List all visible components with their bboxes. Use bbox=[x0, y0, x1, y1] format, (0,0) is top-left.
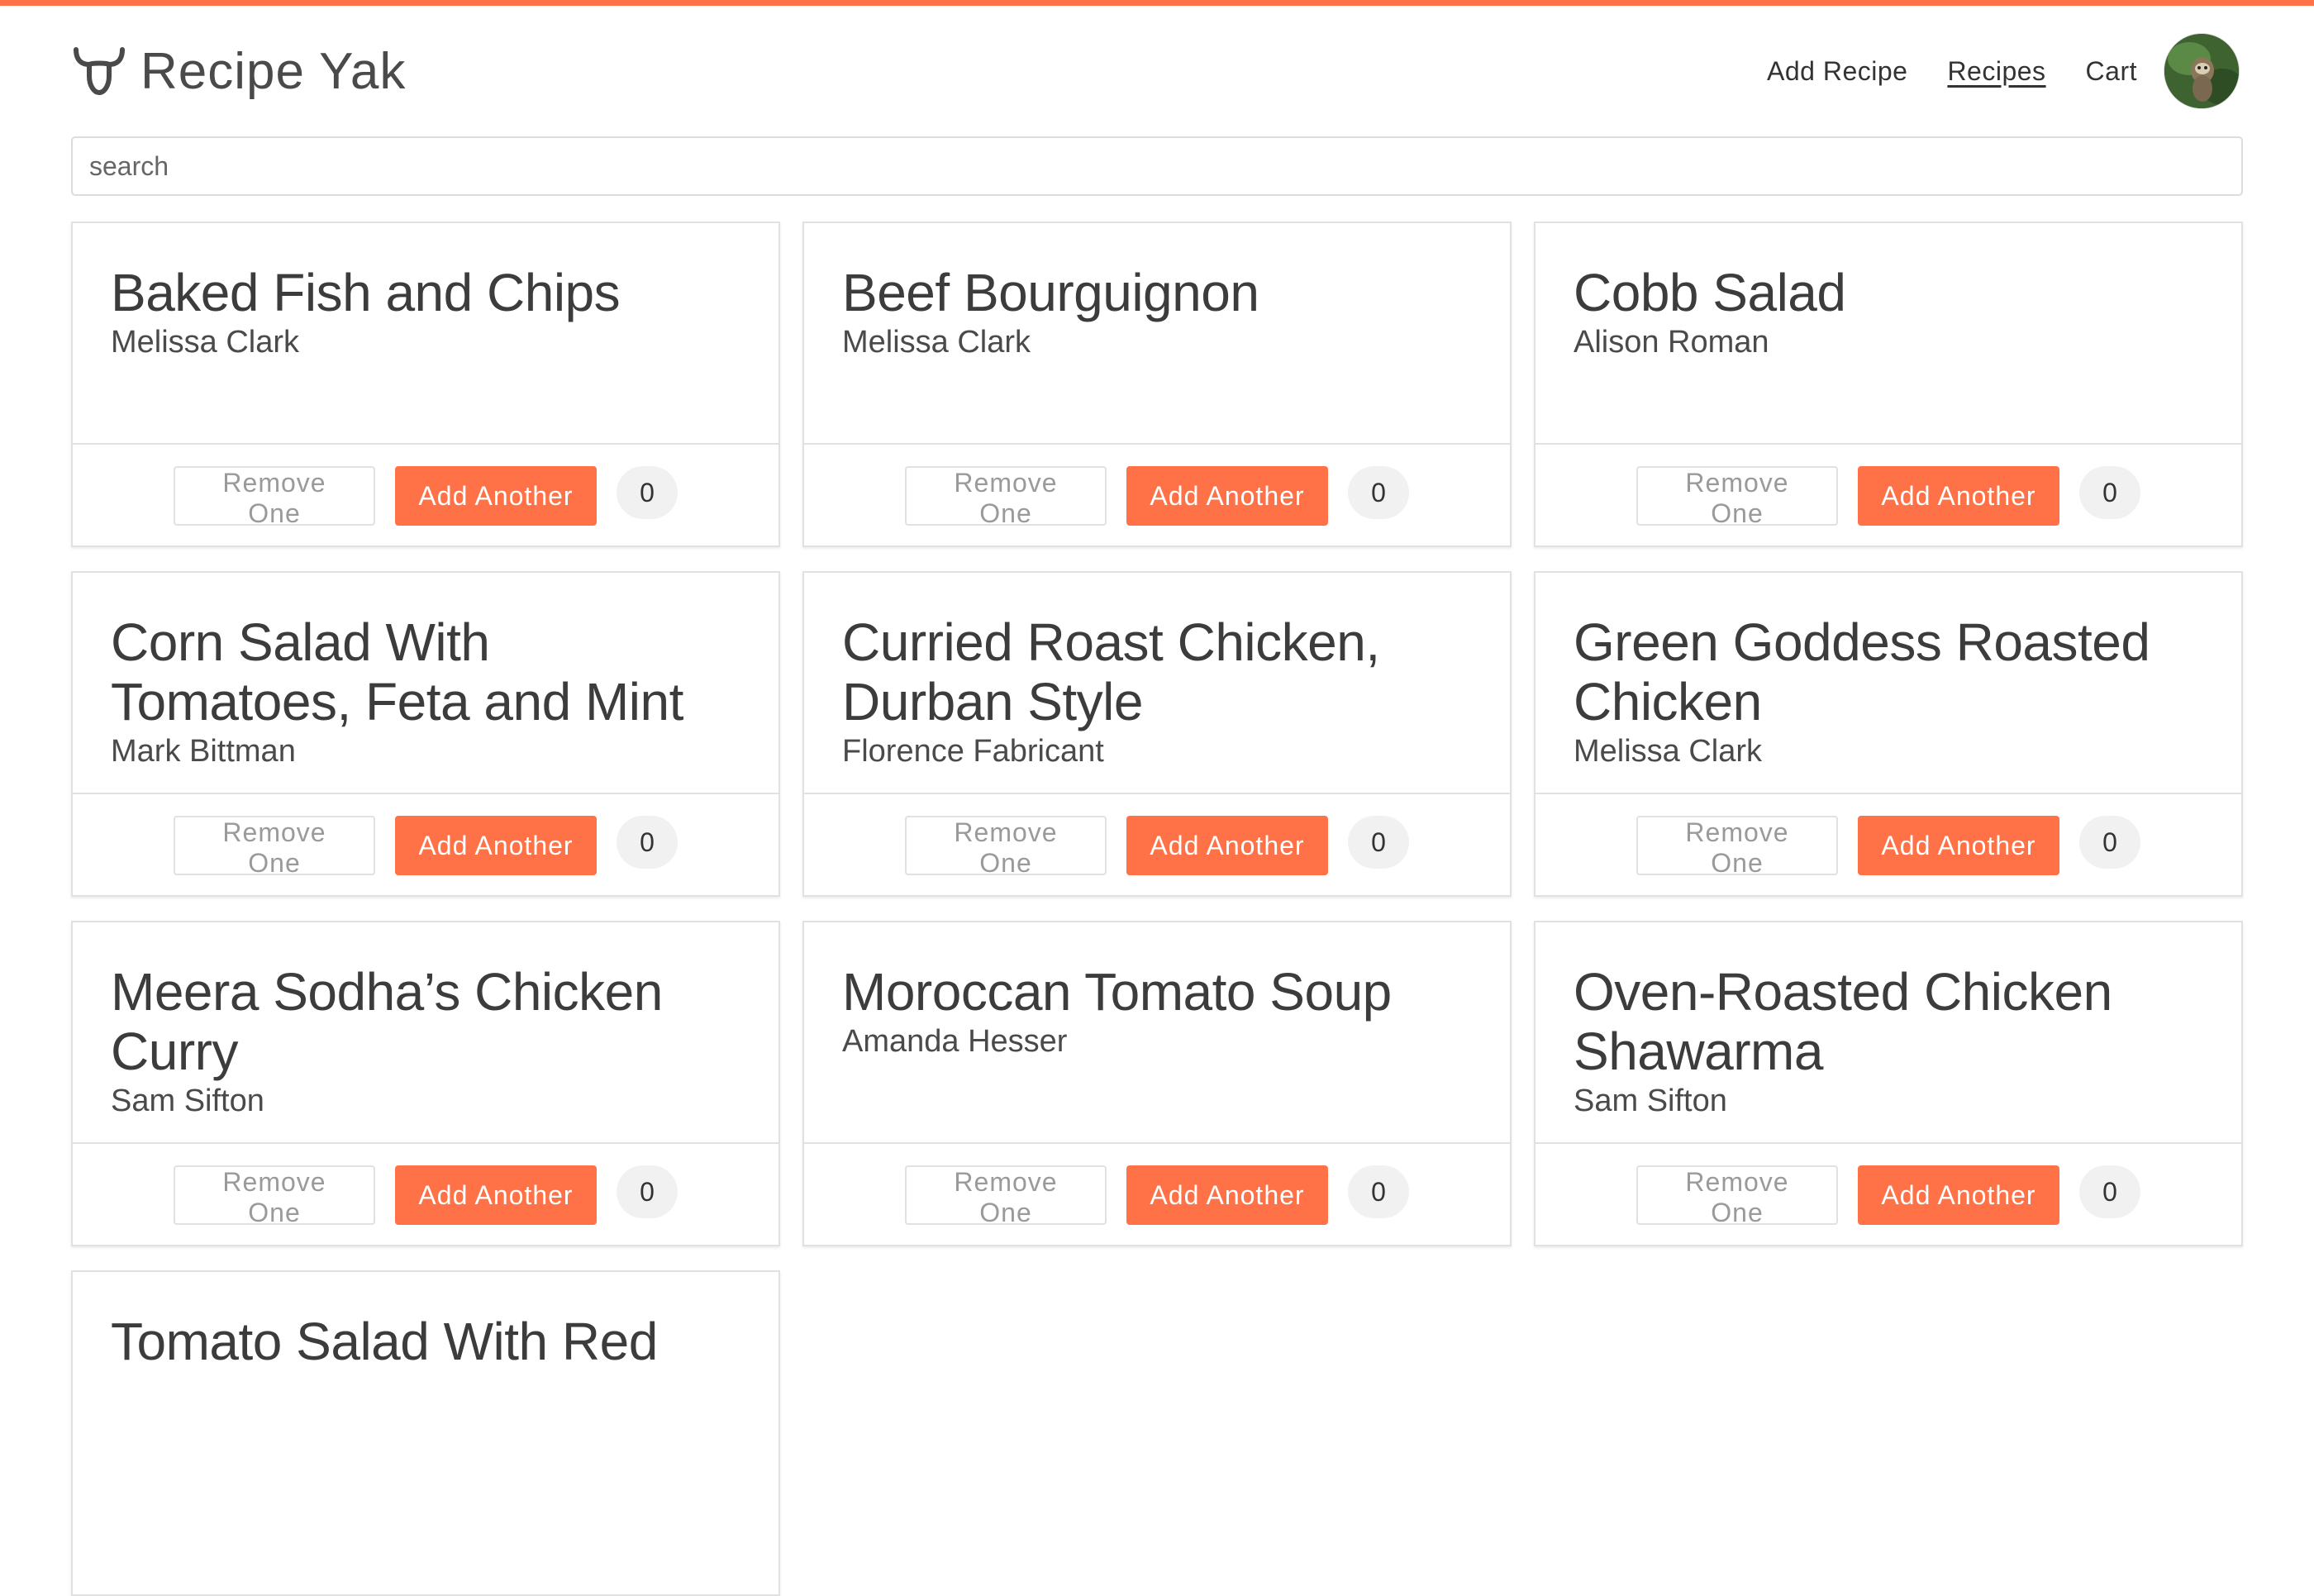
cart-count-badge: 0 bbox=[617, 1165, 678, 1218]
recipe-card-body: Moroccan Tomato Soup Amanda Hesser bbox=[804, 922, 1510, 1144]
recipe-card-body: Green Goddess Roasted Chicken Melissa Cl… bbox=[1536, 573, 2241, 794]
recipe-card-body: Curried Roast Chicken, Durban Style Flor… bbox=[804, 573, 1510, 794]
cart-count-badge: 0 bbox=[1348, 466, 1409, 519]
brand-title: Recipe Yak bbox=[140, 42, 407, 100]
recipe-author: Sam Sifton bbox=[1574, 1084, 1727, 1118]
recipe-author: Alison Roman bbox=[1574, 325, 1769, 360]
cart-count-badge: 0 bbox=[1348, 816, 1409, 869]
recipe-card: Curried Roast Chicken, Durban Style Flor… bbox=[802, 571, 1512, 897]
recipe-card-footer: Remove One Add Another 0 bbox=[1536, 794, 2241, 895]
add-another-button[interactable]: Add Another bbox=[1858, 466, 2059, 526]
cart-count-badge: 0 bbox=[617, 816, 678, 869]
recipe-card: Tomato Salad With Red bbox=[71, 1270, 780, 1596]
recipe-card-footer: Remove One Add Another 0 bbox=[804, 445, 1510, 545]
recipe-card: Corn Salad With Tomatoes, Feta and Mint … bbox=[71, 571, 780, 897]
recipe-card: Cobb Salad Alison Roman Remove One Add A… bbox=[1534, 222, 2243, 547]
recipe-card-body: Meera Sodha’s Chicken Curry Sam Sifton bbox=[73, 922, 778, 1144]
recipe-author: Mark Bittman bbox=[111, 734, 296, 769]
recipe-grid: Baked Fish and Chips Melissa Clark Remov… bbox=[71, 222, 2243, 1596]
recipe-card-body: Oven-Roasted Chicken Shawarma Sam Sifton bbox=[1536, 922, 2241, 1144]
recipe-card-body: Baked Fish and Chips Melissa Clark bbox=[73, 223, 778, 445]
remove-one-button[interactable]: Remove One bbox=[1636, 1165, 1838, 1227]
recipe-card: Moroccan Tomato Soup Amanda Hesser Remov… bbox=[802, 921, 1512, 1246]
remove-one-button[interactable]: Remove One bbox=[174, 816, 375, 878]
recipe-card-footer: Remove One Add Another 0 bbox=[73, 794, 778, 895]
recipe-card: Beef Bourguignon Melissa Clark Remove On… bbox=[802, 222, 1512, 547]
recipe-title[interactable]: Beef Bourguignon bbox=[842, 263, 1472, 322]
recipe-card-body: Beef Bourguignon Melissa Clark bbox=[804, 223, 1510, 445]
recipe-card-body: Corn Salad With Tomatoes, Feta and Mint … bbox=[73, 573, 778, 794]
remove-one-button[interactable]: Remove One bbox=[1636, 816, 1838, 878]
cart-count-badge: 0 bbox=[1348, 1165, 1409, 1218]
recipe-author: Sam Sifton bbox=[111, 1084, 264, 1118]
recipe-title[interactable]: Oven-Roasted Chicken Shawarma bbox=[1574, 962, 2203, 1081]
search-input[interactable] bbox=[71, 136, 2243, 196]
recipe-title[interactable]: Baked Fish and Chips bbox=[111, 263, 740, 322]
recipe-title[interactable]: Cobb Salad bbox=[1574, 263, 2203, 322]
add-another-button[interactable]: Add Another bbox=[1126, 1165, 1328, 1225]
recipe-card-footer: Remove One Add Another 0 bbox=[73, 445, 778, 545]
remove-one-button[interactable]: Remove One bbox=[905, 466, 1107, 528]
remove-one-button[interactable]: Remove One bbox=[1636, 466, 1838, 528]
remove-one-button[interactable]: Remove One bbox=[174, 1165, 375, 1227]
recipe-card-footer: Remove One Add Another 0 bbox=[73, 1144, 778, 1245]
cart-count-badge: 0 bbox=[2079, 816, 2140, 869]
main-nav: Add Recipe Recipes Cart bbox=[1727, 33, 2240, 109]
recipe-author: Florence Fabricant bbox=[842, 734, 1104, 769]
recipe-title[interactable]: Curried Roast Chicken, Durban Style bbox=[842, 612, 1472, 731]
avatar-image bbox=[2164, 34, 2239, 108]
nav-add-recipe[interactable]: Add Recipe bbox=[1767, 56, 1907, 87]
recipe-author: Melissa Clark bbox=[842, 325, 1031, 360]
add-another-button[interactable]: Add Another bbox=[395, 466, 597, 526]
add-another-button[interactable]: Add Another bbox=[1126, 466, 1328, 526]
recipe-title[interactable]: Corn Salad With Tomatoes, Feta and Mint bbox=[111, 612, 740, 731]
brand[interactable]: Recipe Yak bbox=[71, 33, 406, 109]
recipe-card-footer: Remove One Add Another 0 bbox=[1536, 445, 2241, 545]
recipe-card: Baked Fish and Chips Melissa Clark Remov… bbox=[71, 222, 780, 547]
add-another-button[interactable]: Add Another bbox=[1126, 816, 1328, 875]
remove-one-button[interactable]: Remove One bbox=[905, 1165, 1107, 1227]
nav-cart[interactable]: Cart bbox=[2086, 56, 2137, 87]
header: Recipe Yak Add Recipe Recipes Cart bbox=[71, 33, 2240, 109]
recipe-card: Green Goddess Roasted Chicken Melissa Cl… bbox=[1534, 571, 2243, 897]
recipe-card-body: Cobb Salad Alison Roman bbox=[1536, 223, 2241, 445]
add-another-button[interactable]: Add Another bbox=[1858, 816, 2059, 875]
recipe-card-footer: Remove One Add Another 0 bbox=[1536, 1144, 2241, 1245]
recipe-title[interactable]: Moroccan Tomato Soup bbox=[842, 962, 1472, 1022]
cart-count-badge: 0 bbox=[2079, 1165, 2140, 1218]
recipe-title[interactable]: Meera Sodha’s Chicken Curry bbox=[111, 962, 740, 1081]
recipe-author: Melissa Clark bbox=[1574, 734, 1763, 769]
remove-one-button[interactable]: Remove One bbox=[905, 816, 1107, 878]
bull-horns-icon bbox=[71, 43, 127, 99]
recipe-author: Amanda Hesser bbox=[842, 1024, 1068, 1059]
cart-count-badge: 0 bbox=[2079, 466, 2140, 519]
user-avatar[interactable] bbox=[2164, 33, 2240, 109]
recipe-card-body: Tomato Salad With Red bbox=[73, 1272, 778, 1494]
add-another-button[interactable]: Add Another bbox=[395, 1165, 597, 1225]
recipe-card-footer: Remove One Add Another 0 bbox=[804, 794, 1510, 895]
cart-count-badge: 0 bbox=[617, 466, 678, 519]
recipe-title[interactable]: Tomato Salad With Red bbox=[111, 1312, 740, 1371]
recipe-card-footer: Remove One Add Another 0 bbox=[804, 1144, 1510, 1245]
nav-recipes[interactable]: Recipes bbox=[1947, 56, 2045, 87]
remove-one-button[interactable]: Remove One bbox=[174, 466, 375, 528]
recipe-card: Oven-Roasted Chicken Shawarma Sam Sifton… bbox=[1534, 921, 2243, 1246]
add-another-button[interactable]: Add Another bbox=[1858, 1165, 2059, 1225]
recipe-title[interactable]: Green Goddess Roasted Chicken bbox=[1574, 612, 2203, 731]
top-accent-stripe bbox=[0, 0, 2314, 6]
add-another-button[interactable]: Add Another bbox=[395, 816, 597, 875]
recipe-author: Melissa Clark bbox=[111, 325, 300, 360]
recipe-card: Meera Sodha’s Chicken Curry Sam Sifton R… bbox=[71, 921, 780, 1246]
